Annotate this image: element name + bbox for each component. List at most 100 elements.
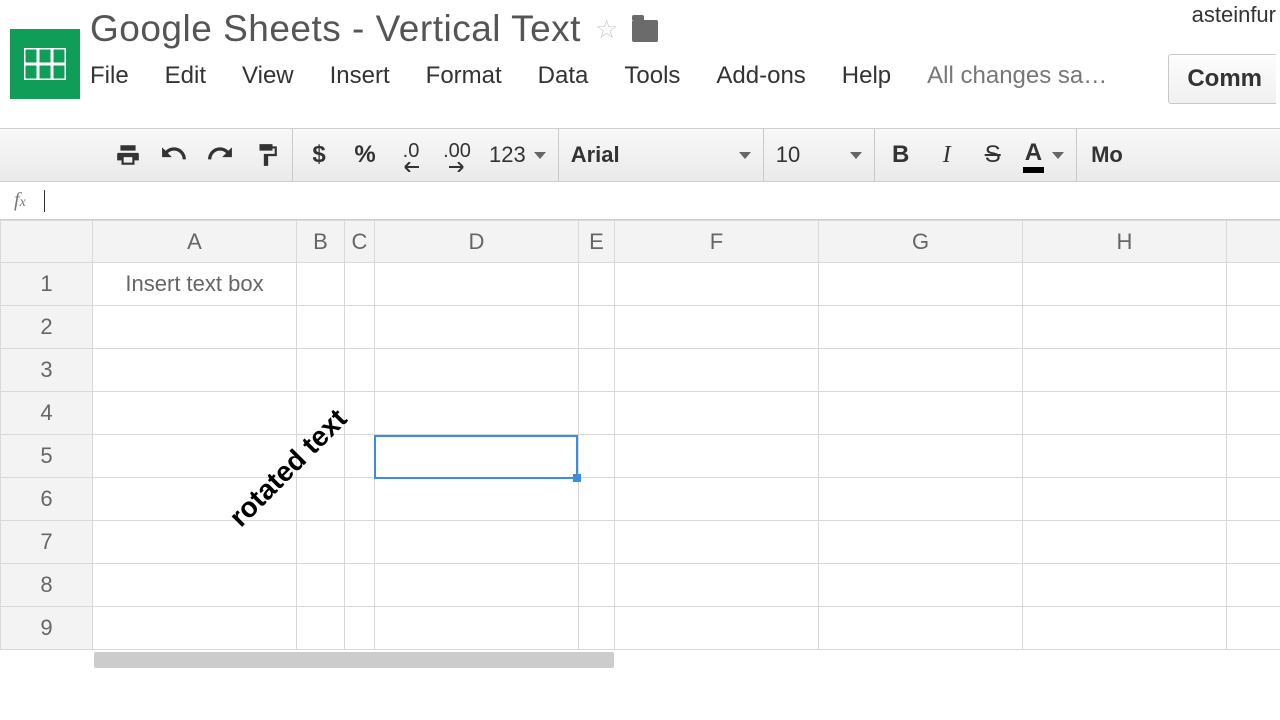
cell[interactable] [579,478,615,521]
cell[interactable] [819,263,1023,306]
col-header-D[interactable]: D [375,221,579,263]
paint-format-icon[interactable] [252,136,280,174]
cell[interactable] [615,435,819,478]
row-header-5[interactable]: 5 [1,435,93,478]
cell[interactable] [345,478,375,521]
cell[interactable] [93,349,297,392]
cell[interactable] [615,306,819,349]
menu-file[interactable]: File [90,62,129,90]
menu-view[interactable]: View [242,62,294,90]
cell[interactable] [375,607,579,650]
cell[interactable] [93,306,297,349]
cell[interactable] [375,478,579,521]
cell[interactable] [1023,564,1227,607]
cell[interactable] [297,478,345,521]
cell[interactable] [1227,392,1280,435]
cell[interactable] [297,607,345,650]
cell[interactable] [375,564,579,607]
doc-title[interactable]: Google Sheets - Vertical Text [90,8,581,50]
cell[interactable] [297,564,345,607]
cell[interactable] [1023,607,1227,650]
cell-A1[interactable]: Insert text box [93,263,297,306]
comments-button[interactable]: Comm [1168,54,1276,104]
cell[interactable] [375,349,579,392]
cell[interactable] [819,521,1023,564]
cell[interactable] [1227,306,1280,349]
cell[interactable] [819,478,1023,521]
strikethrough-button[interactable]: S [979,136,1007,174]
user-name[interactable]: asteinfur [1168,2,1276,28]
redo-icon[interactable] [206,136,234,174]
col-header-B[interactable]: B [297,221,345,263]
row-header-1[interactable]: 1 [1,263,93,306]
cell[interactable] [1023,521,1227,564]
cell[interactable] [1227,607,1280,650]
cell[interactable] [1023,478,1227,521]
cell[interactable] [819,349,1023,392]
cell[interactable] [819,607,1023,650]
cell[interactable] [1227,435,1280,478]
col-header-A[interactable]: A [93,221,297,263]
cell[interactable] [579,607,615,650]
decrease-decimal-button[interactable]: .0 [397,136,425,174]
cell[interactable] [615,263,819,306]
cell[interactable] [615,392,819,435]
cell[interactable] [345,521,375,564]
col-header-H[interactable]: H [1023,221,1227,263]
cell[interactable] [1023,392,1227,435]
cell[interactable] [93,521,297,564]
cell[interactable] [1023,435,1227,478]
cell[interactable] [93,564,297,607]
cell[interactable] [1023,349,1227,392]
cell[interactable] [615,607,819,650]
cell[interactable] [93,607,297,650]
menu-tools[interactable]: Tools [624,62,680,90]
cell[interactable] [819,392,1023,435]
col-header-F[interactable]: F [615,221,819,263]
sheets-app-icon[interactable] [10,29,80,99]
menu-data[interactable]: Data [538,62,589,90]
cell[interactable] [345,306,375,349]
text-color-button[interactable]: A [1025,136,1064,174]
currency-button[interactable]: $ [305,136,333,174]
cell[interactable] [579,349,615,392]
cell[interactable] [579,564,615,607]
cell[interactable] [375,306,579,349]
cell[interactable] [297,263,345,306]
select-all-corner[interactable] [1,221,93,263]
cell[interactable] [819,306,1023,349]
cell[interactable] [375,263,579,306]
menu-edit[interactable]: Edit [165,62,206,90]
row-header-9[interactable]: 9 [1,607,93,650]
col-header-G[interactable]: G [819,221,1023,263]
cell[interactable] [819,435,1023,478]
col-header-I[interactable] [1227,221,1280,263]
cell[interactable] [297,521,345,564]
cell[interactable] [1023,306,1227,349]
cell[interactable] [579,263,615,306]
menu-addons[interactable]: Add-ons [716,62,805,90]
number-format-button[interactable]: 123 [489,136,546,174]
cell[interactable] [579,435,615,478]
cell[interactable] [579,392,615,435]
cell[interactable] [1227,564,1280,607]
formula-bar[interactable]: fx [0,182,1280,220]
cell[interactable] [615,349,819,392]
cell[interactable] [615,521,819,564]
cell[interactable] [345,607,375,650]
cell[interactable] [1227,263,1280,306]
cell-D5[interactable] [375,435,579,478]
row-header-7[interactable]: 7 [1,521,93,564]
cell[interactable] [819,564,1023,607]
cell[interactable] [375,521,579,564]
cell[interactable] [345,263,375,306]
bold-button[interactable]: B [887,136,915,174]
cell[interactable] [93,392,297,435]
cell[interactable] [345,349,375,392]
cell[interactable] [579,521,615,564]
cell[interactable] [615,564,819,607]
row-header-8[interactable]: 8 [1,564,93,607]
cell[interactable] [615,478,819,521]
menu-insert[interactable]: Insert [330,62,390,90]
star-icon[interactable]: ☆ [595,14,618,45]
